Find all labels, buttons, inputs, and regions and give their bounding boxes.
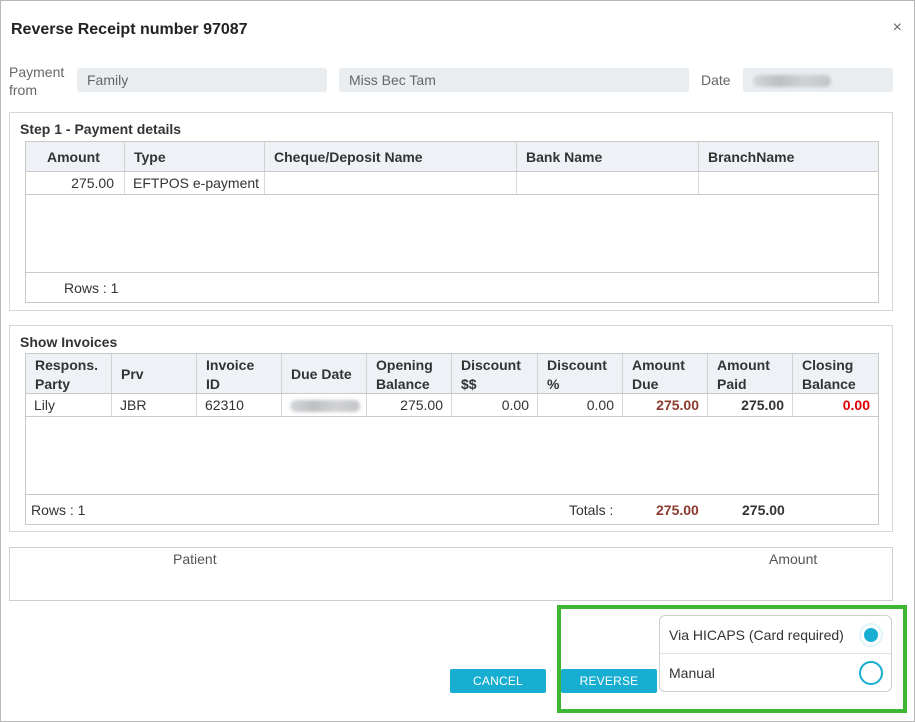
date-label: Date (701, 72, 731, 88)
col-closing-balance[interactable]: Closing Balance (792, 354, 878, 393)
col-invoice-id-line1: Invoice (206, 357, 255, 373)
table-row[interactable]: 275.00 EFTPOS e-payment (26, 172, 878, 195)
invoices-grid-footer: Rows : 1 Totals : 275.00 275.00 (26, 494, 878, 524)
col-discount-percent-line2: % (547, 376, 560, 392)
col-respons-party-line2: Party (35, 376, 71, 392)
col-amount-paid-line1: Amount (717, 357, 770, 373)
cell-amount: 275.00 (71, 175, 114, 191)
option-manual-label: Manual (669, 665, 715, 681)
col-opening-balance-line1: Opening (376, 357, 433, 373)
cell-disc-pct: 0.00 (537, 394, 622, 416)
col-opening-balance[interactable]: Opening Balance (366, 354, 451, 393)
cell-cheque (264, 172, 516, 194)
col-amount-paid[interactable]: Amount Paid (707, 354, 792, 393)
redacted-due-date (290, 400, 360, 413)
col-branch-name[interactable]: BranchName (698, 142, 878, 171)
col-prv[interactable]: Prv (111, 354, 196, 393)
col-amount-due[interactable]: Amount Due (622, 354, 707, 393)
col-closing-balance-line1: Closing (802, 357, 854, 373)
col-amount-due-line1: Amount (632, 357, 685, 373)
cell-invoice-id: 62310 (196, 394, 281, 416)
col-cheque-deposit-name[interactable]: Cheque/Deposit Name (264, 142, 516, 171)
invoice-rows-count: Rows : 1 (31, 502, 86, 518)
payer-name-field: Miss Bec Tam (339, 68, 689, 92)
invoices-title: Show Invoices (20, 334, 118, 350)
cell-amount-paid: 275.00 (707, 394, 792, 416)
payment-details-section: Step 1 - Payment details Amount Type Che… (9, 112, 893, 311)
col-amount[interactable]: Amount (26, 142, 124, 171)
col-discount-percent-line1: Discount (547, 357, 607, 373)
cell-prv: JBR (111, 394, 196, 416)
cell-bank (516, 172, 698, 194)
col-discount-amount-line1: Discount (461, 357, 521, 373)
col-invoice-id-line2: ID (206, 376, 220, 392)
col-invoice-id[interactable]: Invoice ID (196, 354, 281, 393)
payment-from-label-line1: Payment (9, 64, 65, 80)
option-manual[interactable]: Manual (660, 654, 891, 692)
payment-grid-header: Amount Type Cheque/Deposit Name Bank Nam… (26, 142, 878, 172)
date-field (743, 68, 893, 92)
close-icon[interactable]: × (893, 19, 902, 37)
cell-disc-amt: 0.00 (451, 394, 537, 416)
patient-header: Patient (173, 551, 217, 567)
cell-party: Lily (34, 397, 56, 413)
radio-selected-icon[interactable] (859, 623, 883, 647)
radio-unselected-icon[interactable] (859, 661, 883, 685)
payment-rows-count: Rows : 1 (64, 280, 119, 296)
col-discount-amount-line2: $$ (461, 376, 477, 392)
reverse-receipt-dialog: Reverse Receipt number 97087 × Payment f… (0, 0, 915, 722)
option-via-hicaps-label: Via HICAPS (Card required) (669, 627, 844, 643)
cell-type: EFTPOS e-payment (124, 172, 264, 194)
col-bank-name[interactable]: Bank Name (516, 142, 698, 171)
col-respons-party-line1: Respons. (35, 357, 99, 373)
invoices-section: Show Invoices Respons. Party Prv Invoice… (9, 325, 893, 532)
cancel-button[interactable]: CANCEL (450, 669, 546, 693)
totals-label: Totals : (569, 502, 614, 518)
invoices-grid-header: Respons. Party Prv Invoice ID Due Date O… (26, 354, 878, 394)
patient-table: Patient Amount (9, 547, 893, 601)
dialog-title: Reverse Receipt number 97087 (11, 21, 248, 38)
total-amount-paid: 275.00 (742, 502, 785, 518)
payment-details-title: Step 1 - Payment details (20, 121, 182, 137)
col-closing-balance-line2: Balance (802, 376, 856, 392)
col-discount-percent[interactable]: Discount % (537, 354, 622, 393)
cell-closing: 0.00 (792, 394, 878, 416)
cell-amount-due: 275.00 (622, 394, 707, 416)
payment-grid-footer: Rows : 1 (26, 272, 878, 302)
redacted-date (753, 75, 831, 88)
col-amount-paid-line2: Paid (717, 376, 747, 392)
col-respons-party[interactable]: Respons. Party (26, 354, 111, 393)
payment-from-label: Payment from (9, 63, 64, 99)
option-via-hicaps[interactable]: Via HICAPS (Card required) (660, 616, 891, 654)
payer-type-field: Family (77, 68, 327, 92)
payment-from-label-line2: from (9, 82, 37, 98)
col-discount-amount[interactable]: Discount $$ (451, 354, 537, 393)
cell-branch (698, 172, 878, 194)
payment-details-grid: Amount Type Cheque/Deposit Name Bank Nam… (25, 141, 879, 303)
table-row[interactable]: Lily JBR 62310 275.00 0.00 0.00 275.00 2… (26, 394, 878, 417)
invoices-grid: Respons. Party Prv Invoice ID Due Date O… (25, 353, 879, 525)
amount-header: Amount (769, 551, 818, 567)
col-opening-balance-line2: Balance (376, 376, 430, 392)
cell-due-date (281, 394, 366, 416)
col-type[interactable]: Type (124, 142, 264, 171)
col-amount-due-line2: Due (632, 376, 659, 392)
cell-opening: 275.00 (366, 394, 451, 416)
reverse-options-popup: Via HICAPS (Card required) Manual (659, 615, 892, 692)
col-due-date[interactable]: Due Date (281, 354, 366, 393)
total-amount-due: 275.00 (656, 502, 699, 518)
